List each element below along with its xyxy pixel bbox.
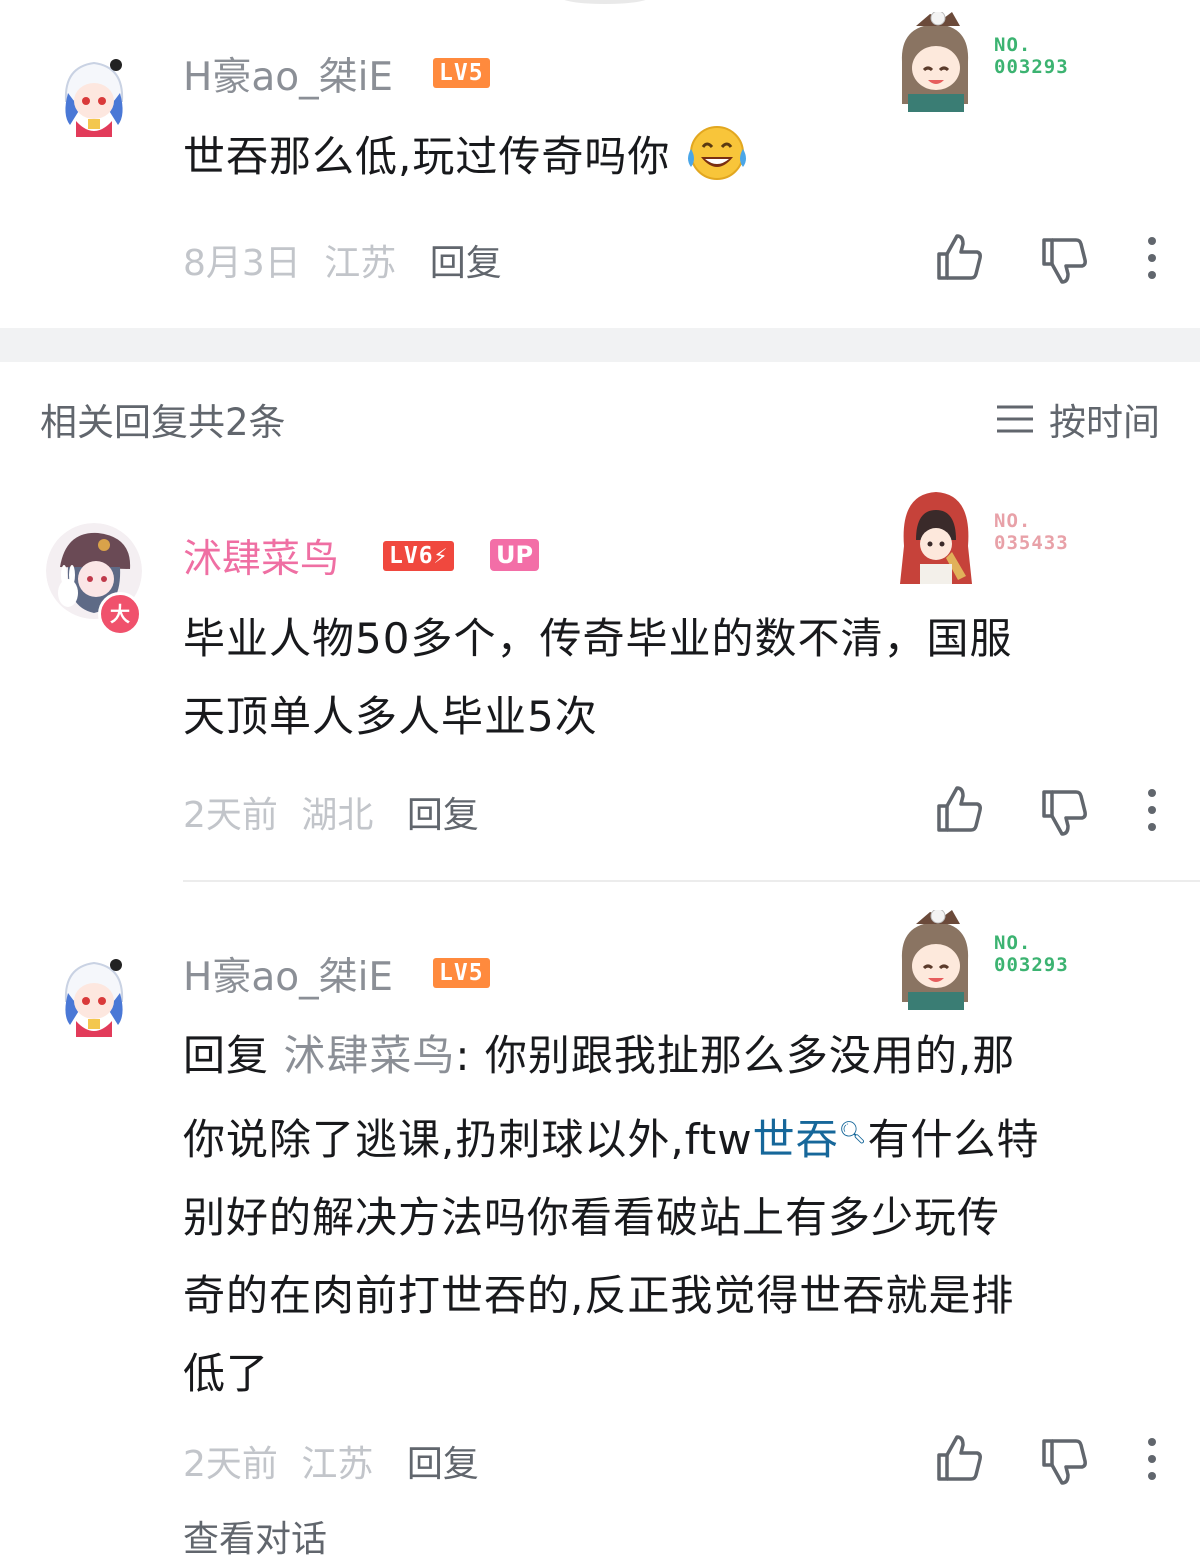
lightning-icon: ⚡ [433, 543, 449, 569]
like-button[interactable] [931, 1431, 987, 1487]
comment-text: 回复 沭肆菜鸟: 你别跟我扯那么多没用的,那 你说除了逃课,扔刺球以外,ftw世… [183, 1031, 1040, 1398]
dislike-button[interactable] [1036, 232, 1092, 288]
reply-button[interactable]: 回复 [430, 243, 502, 284]
thumbs-down-icon [1042, 790, 1087, 836]
thumbs-up-icon [937, 234, 982, 280]
comment-text: 世吞那么低,玩过传奇吗你 [183, 118, 1168, 196]
more-button[interactable] [1124, 230, 1180, 286]
thumbs-up-icon [937, 786, 982, 832]
fan-number: NO. 035433 [994, 510, 1069, 554]
section-separator [0, 328, 1200, 362]
level-badge: LV5 [433, 58, 490, 88]
reply-prefix: 回复 [183, 1031, 270, 1080]
fan-number: NO. 003293 [994, 34, 1069, 78]
fan-number: NO. 003293 [994, 932, 1069, 976]
laugh-cry-emoji-icon [687, 126, 746, 180]
search-icon: 🔍︎ [838, 1121, 868, 1146]
avatar[interactable] [46, 945, 142, 1041]
comment-meta: 2天前 江苏 回复 [183, 1435, 479, 1487]
sort-label: 按时间 [1049, 401, 1160, 444]
fan-card[interactable]: NO. 003293 [890, 12, 1105, 112]
more-button[interactable] [1124, 782, 1180, 838]
view-conversation-link[interactable]: 查看对话 [183, 1510, 327, 1562]
divider [183, 880, 1200, 882]
comment-text: 毕业人物50多个，传奇毕业的数不清，国服 天顶单人多人毕业5次 [183, 614, 1013, 741]
fan-card[interactable]: NO. 035433 [890, 488, 1105, 588]
username[interactable]: 沭肆菜鸟 [183, 528, 339, 584]
comment-location: 江苏 [301, 1444, 374, 1485]
comment-meta: 2天前 湖北 回复 [183, 786, 479, 838]
thumbs-down-icon [1042, 1439, 1087, 1485]
sort-lines-icon [997, 405, 1033, 433]
comment-date: 2天前 [183, 795, 278, 836]
comment-date: 8月3日 [183, 243, 301, 284]
dislike-button[interactable] [1036, 784, 1092, 840]
reply-count-title: 相关回复共2条 [40, 401, 286, 444]
fan-card-avatar-icon [890, 910, 980, 1010]
comment-location: 江苏 [324, 243, 397, 284]
reply-button[interactable]: 回复 [407, 1444, 479, 1485]
username[interactable]: H豪ao_桀iE [183, 946, 393, 1002]
more-vertical-icon [1148, 789, 1156, 831]
avatar-badge: 大 [98, 592, 142, 636]
fan-card-avatar-icon [890, 12, 980, 112]
reply-to-user-link[interactable]: 沭肆菜鸟 [283, 1031, 455, 1080]
comment-date: 2天前 [183, 1444, 278, 1485]
level-badge: LV5 [433, 958, 490, 988]
level-badge: LV6⚡ [383, 541, 455, 571]
avatar[interactable] [46, 45, 142, 141]
thumbs-down-icon [1042, 238, 1087, 284]
like-button[interactable] [931, 782, 987, 838]
search-keyword-link[interactable]: 世吞🔍︎ [753, 1115, 868, 1164]
more-vertical-icon [1148, 1438, 1156, 1480]
username[interactable]: H豪ao_桀iE [183, 46, 393, 102]
comment-location: 湖北 [301, 795, 374, 836]
dislike-button[interactable] [1036, 1433, 1092, 1489]
more-button[interactable] [1124, 1431, 1180, 1487]
top-scroll-shadow [560, 0, 650, 4]
up-badge: UP [490, 539, 540, 571]
reply-button[interactable]: 回复 [407, 795, 479, 836]
comment-meta: 8月3日 江苏 回复 [183, 234, 502, 286]
fan-card-avatar-icon [890, 488, 980, 588]
more-vertical-icon [1148, 237, 1156, 279]
like-button[interactable] [931, 230, 987, 286]
thumbs-up-icon [937, 1435, 982, 1481]
fan-card[interactable]: NO. 003293 [890, 910, 1105, 1010]
sort-button[interactable]: 按时间 [995, 392, 1160, 446]
